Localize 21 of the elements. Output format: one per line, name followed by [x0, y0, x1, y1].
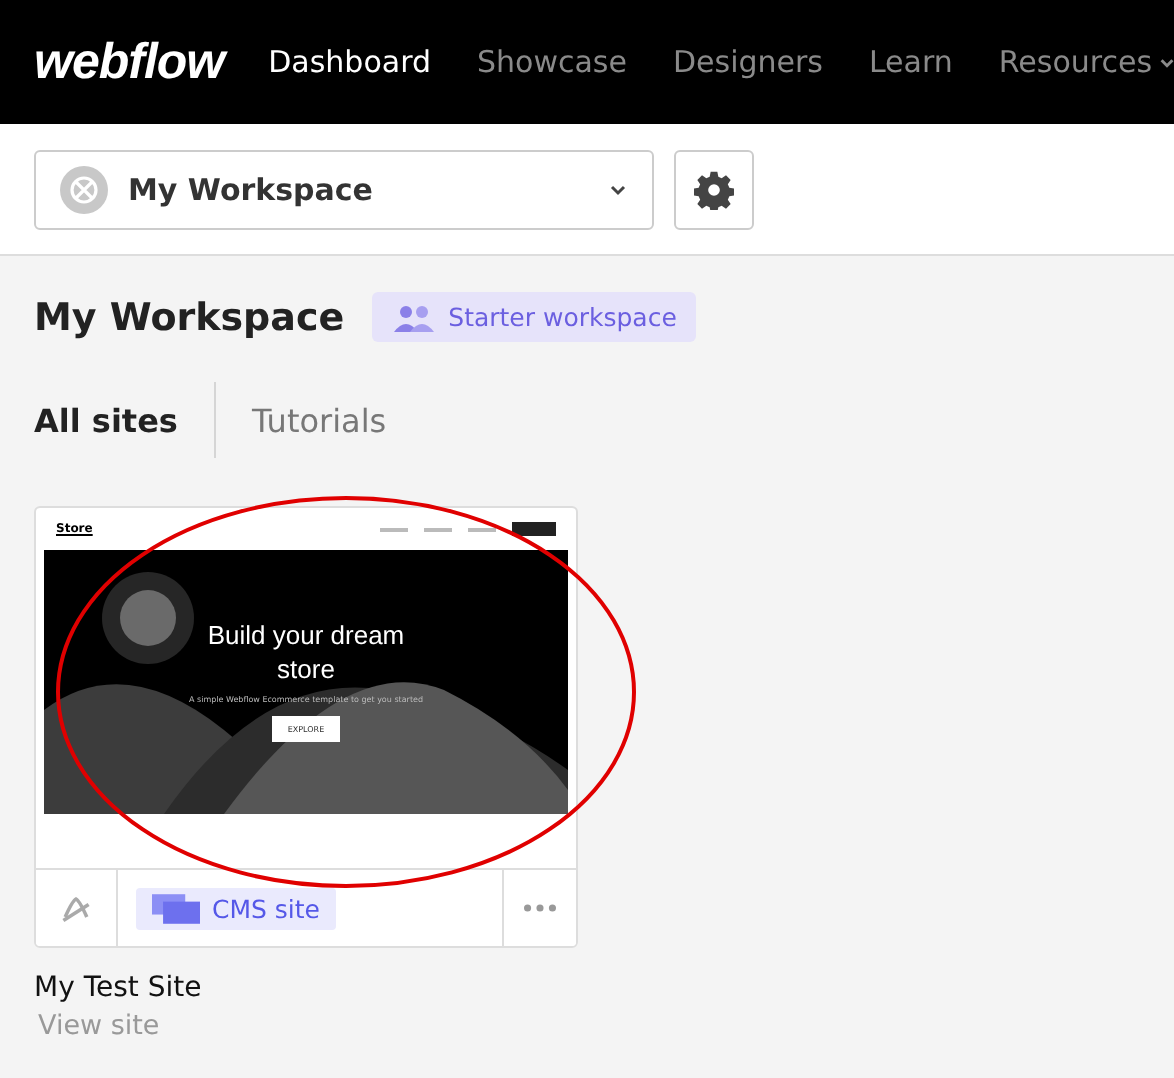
workspace-dropdown[interactable]: My Workspace: [34, 149, 654, 229]
site-name: My Test Site: [34, 972, 204, 1004]
nav-link[interactable]: Dashboard: [268, 44, 431, 80]
nav-link[interactable]: Designers: [672, 44, 823, 80]
people-icon: [392, 303, 437, 331]
logo[interactable]: webflow: [34, 33, 225, 91]
settings-icon: [694, 169, 734, 209]
tab[interactable]: All sites: [34, 401, 178, 439]
workspace-title: My Workspace: [34, 295, 345, 339]
nav-link[interactable]: Showcase: [477, 44, 627, 80]
tab[interactable]: Tutorials: [251, 401, 387, 439]
settings-button[interactable]: [674, 149, 754, 229]
preview-headline: Build your dream store: [205, 618, 407, 686]
nav-link[interactable]: Learn: [868, 44, 953, 80]
cms-icon: [152, 893, 200, 923]
tag-label: CMS site: [212, 893, 320, 923]
more-icon: [524, 904, 556, 912]
workspace-avatar-icon: [60, 165, 108, 213]
chevron-down-icon: [1158, 53, 1174, 71]
nav-link[interactable]: Resources: [998, 44, 1174, 80]
badge-label: Starter workspace: [448, 302, 677, 332]
